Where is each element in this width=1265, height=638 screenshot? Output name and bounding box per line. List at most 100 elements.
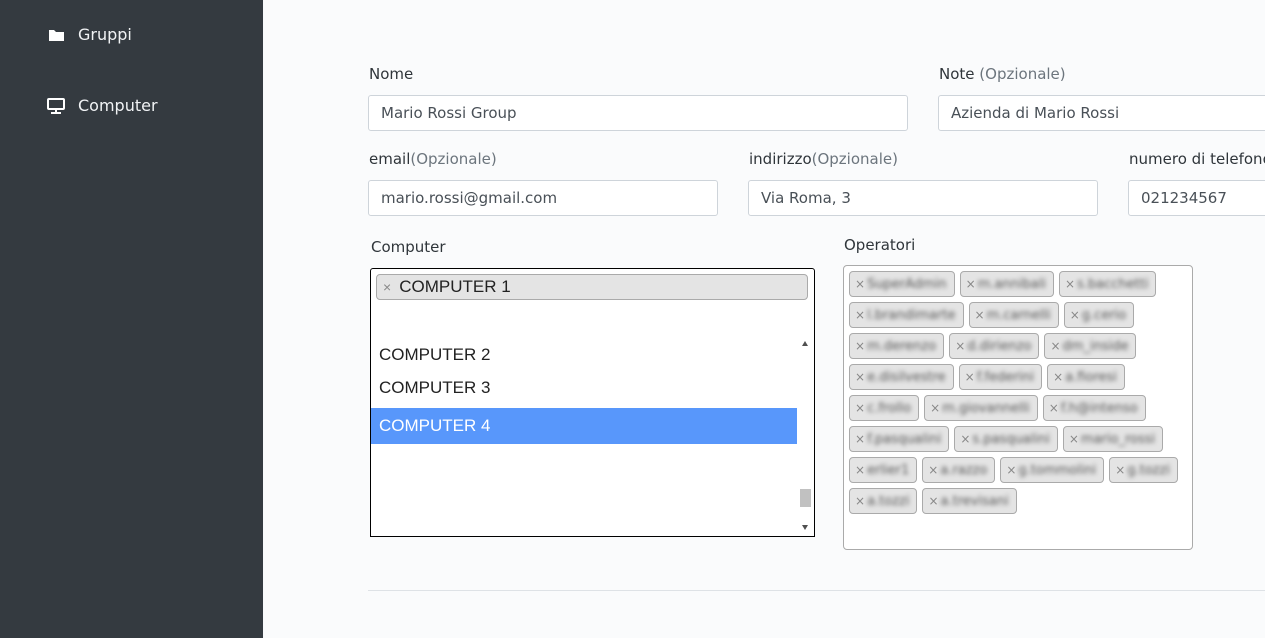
chip-remove-button[interactable]: × (965, 370, 975, 384)
chip-label: a.fioresi (1065, 370, 1117, 385)
operator-chip: × a.fioresi (1047, 364, 1125, 390)
operator-chip: × e.disilvestre (849, 364, 954, 390)
chip-remove-button[interactable]: × (1070, 308, 1080, 322)
chip-remove-button[interactable]: × (928, 463, 938, 477)
chip-remove-button[interactable]: × (855, 432, 865, 446)
dropdown-scrollbar[interactable] (797, 335, 814, 536)
chip-label: dm_inside (1062, 339, 1129, 354)
indirizzo-label: indirizzo(Opzionale) (749, 150, 898, 168)
chip-remove-button[interactable]: × (855, 494, 865, 508)
chip-label: m.annibali (977, 277, 1046, 292)
chip-remove-button[interactable]: × (1115, 463, 1125, 477)
operator-chip: × m.giovannelli (924, 395, 1038, 421)
sidebar-item-label: Computer (78, 96, 158, 115)
operator-chip: × a.razzo (922, 457, 996, 483)
telefono-input[interactable] (1128, 180, 1265, 216)
chip-label: erlier1 (867, 463, 910, 478)
chip-remove-button[interactable]: × (1053, 370, 1063, 384)
operator-chip: × mario_rossi (1062, 426, 1164, 452)
operator-chip: × d.dirienzo (949, 333, 1040, 359)
note-label: Note (Opzionale) (939, 65, 1066, 83)
chip-label: m.giovannelli (942, 401, 1030, 416)
operatori-chip-list: × SuperAdmin × m.annibali × s.bacchetti × l.bra… (849, 271, 1187, 519)
operator-chip: × SuperAdmin (849, 271, 955, 297)
operator-chip: × f.pasqualini (849, 426, 950, 452)
chip-remove-button[interactable]: × (966, 277, 976, 291)
email-label: email(Opzionale) (369, 150, 497, 168)
chip-remove-button[interactable]: × (1050, 339, 1060, 353)
option-computer-3[interactable]: COMPUTER 3 (371, 370, 797, 406)
chip-label: m.derenzo (867, 339, 937, 354)
operatori-select[interactable]: × SuperAdmin × m.annibali × s.bacchetti × l.bra… (843, 265, 1193, 550)
nome-label: Nome (369, 65, 414, 83)
operator-chip: × dm_inside (1044, 333, 1137, 359)
option-computer-2[interactable]: COMPUTER 2 (371, 337, 797, 373)
operator-chip: × f.h@intenso (1042, 395, 1146, 421)
monitor-icon (47, 97, 65, 115)
sidebar-item-label: Gruppi (78, 25, 132, 44)
scroll-up-icon[interactable] (802, 341, 808, 346)
chip-label: s.pasqualini (972, 432, 1050, 447)
operatori-label: Operatori (844, 236, 916, 254)
computer-label: Computer (371, 238, 446, 256)
telefono-label: numero di telefono (1129, 150, 1265, 168)
nome-input[interactable] (368, 95, 908, 131)
operator-chip: × m.annibali (959, 271, 1054, 297)
chip-label: c.frollo (867, 401, 912, 416)
chip-remove-button[interactable]: × (975, 308, 985, 322)
scroll-down-icon[interactable] (802, 525, 808, 530)
scroll-thumb[interactable] (800, 489, 811, 507)
chip-label: f.h@intenso (1060, 401, 1138, 416)
chip-remove-button[interactable]: × (855, 370, 865, 384)
email-input[interactable] (368, 180, 718, 216)
chip-label: SuperAdmin (867, 277, 947, 292)
chip-remove-button[interactable]: × (1065, 277, 1075, 291)
chip-remove-button[interactable]: × (383, 279, 391, 295)
computer-dropdown: COMPUTER 2 COMPUTER 3 COMPUTER 4 (370, 335, 815, 537)
chip-label: mario_rossi (1080, 432, 1156, 447)
chip-label: a.razzo (940, 463, 988, 478)
chip-label: f.pasqualini (867, 432, 942, 447)
chip-remove-button[interactable]: × (855, 339, 865, 353)
operator-chip: × g.tozzi (1109, 457, 1178, 483)
indirizzo-input[interactable] (748, 180, 1098, 216)
option-computer-4[interactable]: COMPUTER 4 (371, 408, 797, 444)
chip-label: g.cerio (1081, 308, 1127, 323)
sidebar-item-gruppi[interactable]: Gruppi (47, 25, 132, 44)
chip-label: m.carnelli (986, 308, 1051, 323)
operator-chip: × g.tommolini (1000, 457, 1105, 483)
chip-remove-button[interactable]: × (855, 401, 865, 415)
chip-remove-button[interactable]: × (1049, 401, 1059, 415)
operator-chip: × a.tozzi (849, 488, 918, 514)
operator-chip: × a.trevisani (922, 488, 1017, 514)
operator-chip: × l.brandimarte (849, 302, 964, 328)
note-input[interactable] (938, 95, 1265, 131)
chip-remove-button[interactable]: × (1006, 463, 1016, 477)
sidebar: Gruppi Computer (0, 0, 263, 638)
sidebar-item-computer[interactable]: Computer (47, 96, 158, 115)
chip-remove-button[interactable]: × (1069, 432, 1079, 446)
chip-label: f.federini (976, 370, 1035, 385)
chip-label: COMPUTER 1 (399, 277, 511, 296)
chip-label: l.brandimarte (867, 308, 956, 323)
operator-chip: × m.carnelli (968, 302, 1059, 328)
chip-label: a.trevisani (940, 494, 1009, 509)
chip-label: g.tommolini (1018, 463, 1097, 478)
chip-remove-button[interactable]: × (855, 277, 865, 291)
chip-remove-button[interactable]: × (960, 432, 970, 446)
chip-remove-button[interactable]: × (930, 401, 940, 415)
chip-remove-button[interactable]: × (855, 463, 865, 477)
operator-chip: × c.frollo (849, 395, 920, 421)
chip-remove-button[interactable]: × (855, 308, 865, 322)
operator-chip: × s.pasqualini (954, 426, 1058, 452)
operator-chip: × g.cerio (1063, 302, 1135, 328)
operator-chip: × f.federini (958, 364, 1043, 390)
divider (368, 590, 1265, 591)
chip-label: g.tozzi (1127, 463, 1170, 478)
folder-icon (47, 26, 65, 44)
operator-chip: × s.bacchetti (1058, 271, 1157, 297)
chip-remove-button[interactable]: × (955, 339, 965, 353)
chip-remove-button[interactable]: × (928, 494, 938, 508)
operator-chip: × m.derenzo (849, 333, 945, 359)
computer-select[interactable]: × COMPUTER 1 (370, 268, 815, 336)
